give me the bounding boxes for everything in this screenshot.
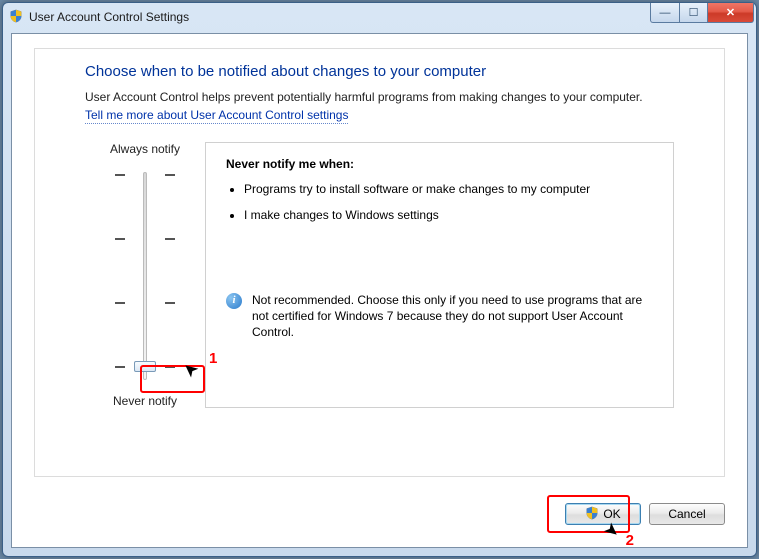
window-frame: User Account Control Settings — ☐ ✕ Choo… (2, 2, 757, 557)
help-link[interactable]: Tell me more about User Account Control … (85, 108, 348, 125)
description-title: Never notify me when: (226, 157, 653, 171)
warning-row: i Not recommended. Choose this only if y… (226, 292, 653, 341)
window-controls: — ☐ ✕ (650, 3, 754, 23)
slider-top-label: Always notify (85, 142, 205, 156)
close-button[interactable]: ✕ (708, 3, 754, 23)
uac-shield-icon (9, 9, 25, 25)
window-title: User Account Control Settings (29, 10, 189, 24)
description-list: Programs try to install software or make… (244, 181, 653, 223)
dialog-buttons: OK Cancel (34, 503, 725, 525)
intro-text: User Account Control helps prevent poten… (85, 90, 674, 106)
ok-button[interactable]: OK (565, 503, 641, 525)
minimize-button[interactable]: — (650, 3, 680, 23)
slider-track (143, 172, 147, 380)
description-bullet: Programs try to install software or make… (244, 181, 653, 197)
titlebar[interactable]: User Account Control Settings — ☐ ✕ (3, 3, 756, 31)
help-link-row: Tell me more about User Account Control … (85, 108, 674, 125)
shield-icon (585, 506, 599, 523)
slider-tick (115, 302, 175, 304)
maximize-glyph: ☐ (689, 6, 699, 19)
slider-thumb[interactable] (134, 361, 156, 372)
slider-tick (115, 174, 175, 176)
description-panel: Never notify me when: Programs try to in… (205, 142, 674, 408)
maximize-button[interactable]: ☐ (680, 3, 708, 23)
annotation-number-2: 2 (626, 532, 634, 549)
notification-slider[interactable] (115, 166, 175, 386)
slider-bottom-label: Never notify (85, 394, 205, 408)
page-heading: Choose when to be notified about changes… (85, 63, 674, 80)
minimize-glyph: — (660, 7, 671, 19)
content-row: Always notify Never notify Never notify … (85, 142, 674, 408)
description-bullet: I make changes to Windows settings (244, 207, 653, 223)
slider-tick (115, 238, 175, 240)
client-area: Choose when to be notified about changes… (11, 33, 748, 548)
close-glyph: ✕ (726, 6, 735, 19)
content-panel: Choose when to be notified about changes… (34, 48, 725, 477)
warning-text: Not recommended. Choose this only if you… (252, 292, 653, 341)
cancel-button[interactable]: Cancel (649, 503, 725, 525)
cancel-label: Cancel (668, 507, 705, 521)
info-icon: i (226, 293, 242, 309)
annotation-number-1: 1 (209, 350, 217, 367)
